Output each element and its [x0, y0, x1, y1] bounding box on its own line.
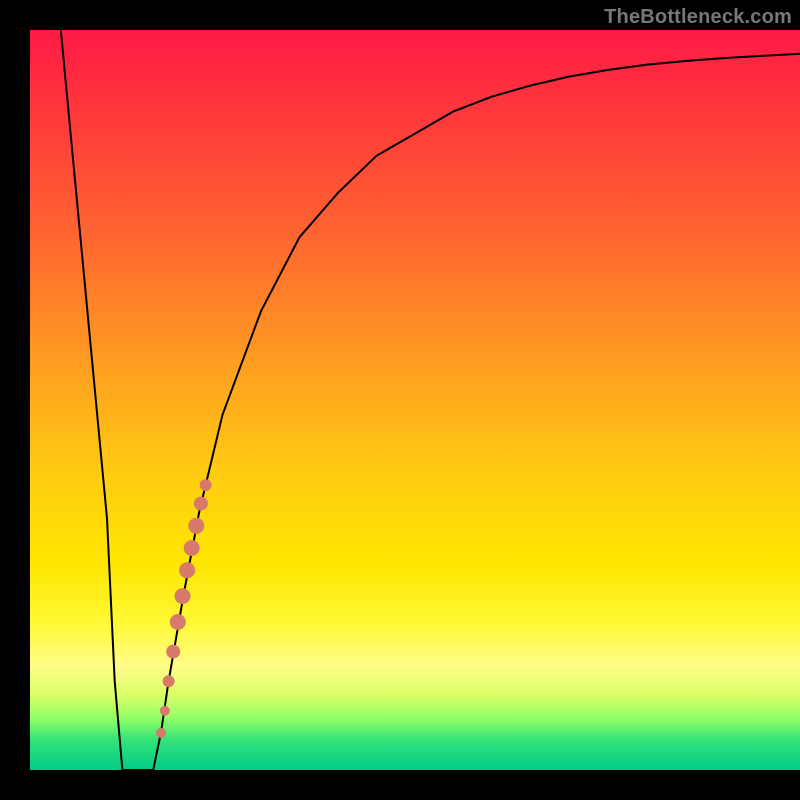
- highlight-marker: [179, 562, 195, 578]
- highlight-marker: [160, 706, 170, 716]
- bottleneck-curve: [61, 30, 800, 770]
- highlight-marker: [194, 497, 208, 511]
- highlight-marker: [163, 675, 175, 687]
- highlight-marker: [188, 518, 204, 534]
- highlight-marker: [175, 588, 191, 604]
- plot-svg: [30, 30, 800, 770]
- highlight-marker: [156, 728, 166, 738]
- highlight-marker: [200, 479, 212, 491]
- highlight-marker: [184, 540, 200, 556]
- highlight-marker: [166, 645, 180, 659]
- attribution-watermark: TheBottleneck.com: [604, 6, 792, 29]
- highlight-marker: [170, 614, 186, 630]
- chart-frame: TheBottleneck.com: [0, 0, 800, 800]
- plot-area: [30, 30, 800, 770]
